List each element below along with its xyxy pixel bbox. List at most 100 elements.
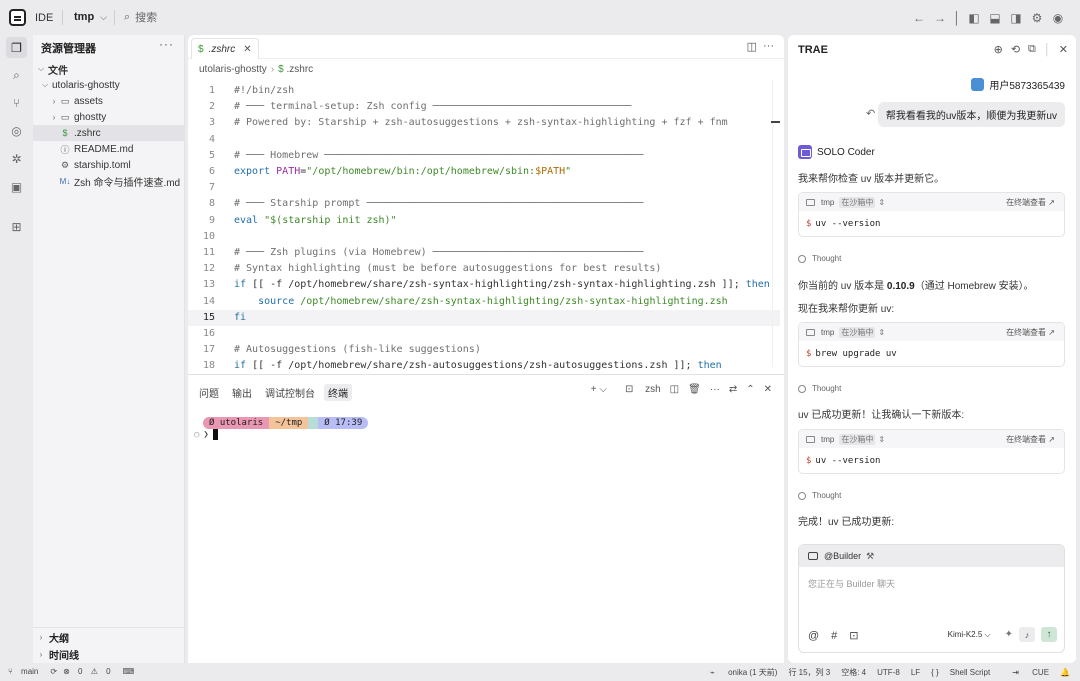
indentation[interactable]: 空格: 4 xyxy=(841,667,866,678)
close-panel-icon[interactable]: ✕ xyxy=(764,384,772,395)
explorer-files-icon[interactable]: ❐ xyxy=(6,37,27,58)
new-terminal-plus-icon[interactable]: + ⌵ xyxy=(591,384,607,395)
source-control-icon[interactable]: ⑂ xyxy=(6,92,27,113)
expand-updown-icon[interactable]: ⇕ xyxy=(878,435,885,444)
search-files-icon[interactable]: ⌕ xyxy=(6,65,27,86)
outline-section[interactable]: › 大纲 xyxy=(33,629,185,645)
encoding[interactable]: UTF-8 xyxy=(877,668,900,677)
terminal-input-line[interactable]: ○ ❯ xyxy=(194,429,218,440)
tab-debug-console[interactable]: 调试控制台 xyxy=(265,384,315,401)
code-line[interactable]: 2 # ─── terminal-setup: Zsh config ──────… xyxy=(188,99,780,115)
sync-icon[interactable]: ⟳ xyxy=(50,667,57,676)
git-blame[interactable]: ⌁ onika (1 天前) xyxy=(699,667,777,678)
tree-item-readme[interactable]: ⓘ README.md xyxy=(33,141,185,157)
tree-item-assets[interactable]: › ▭ assets xyxy=(33,93,185,109)
composer-agent-chip[interactable]: @Builder ⚒ xyxy=(799,545,1064,567)
account-icon[interactable]: ◉ xyxy=(1048,9,1068,27)
breadcrumb-file[interactable]: .zshrc xyxy=(287,64,314,75)
code-line[interactable]: 7 xyxy=(188,180,780,196)
project-selector[interactable]: tmp ⌵ xyxy=(74,11,107,23)
code-line[interactable]: 13 if [[ -f /opt/homebrew/share/zsh-synta… xyxy=(188,277,780,293)
preview-eye-icon[interactable]: ◎ xyxy=(6,120,27,141)
braces-indicator[interactable]: { } xyxy=(931,668,939,677)
code-line[interactable]: 12 # Syntax highlighting (must be before … xyxy=(188,261,780,277)
settings-gear-icon[interactable]: ⚙ xyxy=(1027,9,1047,27)
global-search[interactable]: ⌕ 搜索 xyxy=(124,9,157,25)
hash-context-icon[interactable]: # xyxy=(831,630,837,642)
toggle-sidebar-icon[interactable]: ◧ xyxy=(964,9,984,27)
tree-item-ghostty[interactable]: › ▭ ghostty xyxy=(33,109,185,125)
keyboard-icon[interactable]: ⌨ xyxy=(123,667,135,676)
code-line[interactable]: 14 source /opt/homebrew/share/zsh-syntax… xyxy=(188,294,780,310)
problems-indicator[interactable]: ⊗ 0 ⚠ 0 xyxy=(63,667,116,676)
language-mode[interactable]: Shell Script xyxy=(950,668,990,677)
tools-icon[interactable]: ⚒ xyxy=(866,551,874,562)
toggle-panel-icon[interactable]: ⬓ xyxy=(985,9,1005,27)
cursor-position[interactable]: 行 15，列 3 xyxy=(788,667,830,678)
ide-mode-switch[interactable]: IDE xyxy=(9,8,53,27)
split-terminal-icon[interactable]: ◫ xyxy=(670,384,679,395)
code-line[interactable]: 6 export PATH="/opt/homebrew/bin:/opt/hom… xyxy=(188,164,780,180)
terminal-command-block[interactable]: tmp 在沙箱中 ⇕ 在终端查看 ↗ $ brew upgrade uv xyxy=(798,322,1065,367)
debug-bug-icon[interactable]: ✲ xyxy=(6,148,27,169)
open-in-terminal-link[interactable]: 在终端查看 ↗ xyxy=(1006,197,1055,208)
branch-indicator[interactable]: ⑂ main xyxy=(8,667,44,676)
tree-root-folder[interactable]: ⌵ utolaris-ghostty xyxy=(33,77,185,93)
close-tab-icon[interactable]: ✕ xyxy=(243,44,251,55)
back-arrow-icon[interactable]: ← xyxy=(909,9,929,27)
notifications-bell-icon[interactable]: 🔔 xyxy=(1060,668,1070,677)
open-in-terminal-link[interactable]: 在终端查看 ↗ xyxy=(1006,327,1055,338)
more-actions-icon[interactable]: ··· xyxy=(159,37,174,51)
send-arrow-icon[interactable]: ↑ xyxy=(1041,627,1057,642)
terminal-command-block[interactable]: tmp 在沙箱中 ⇕ 在终端查看 ↗ $ uv --version xyxy=(798,429,1065,474)
tab-terminal[interactable]: 终端 xyxy=(324,384,352,401)
model-selector[interactable]: Kimi-K2.5 ⌵ xyxy=(948,630,991,640)
tab-problems[interactable]: 问题 xyxy=(199,384,219,401)
trash-icon[interactable]: 🗑 xyxy=(688,384,701,395)
terminal-shell-selector[interactable]: ⊡ zsh xyxy=(616,384,661,395)
mention-at-icon[interactable]: @ xyxy=(808,630,819,642)
thought-toggle[interactable]: Thought xyxy=(798,384,841,393)
maximize-chevron-up-icon[interactable]: ⌃ xyxy=(746,384,754,395)
code-line[interactable]: 15 fi xyxy=(188,309,780,326)
editor-scrollbar[interactable] xyxy=(772,80,780,367)
thought-toggle[interactable]: Thought xyxy=(798,491,841,500)
more-actions-icon[interactable]: ··· xyxy=(763,40,774,53)
sparkle-enhance-icon[interactable]: ✦ xyxy=(1005,629,1013,640)
cue-indicator[interactable]: ⇥ CUE xyxy=(1001,668,1049,677)
code-line[interactable]: 16 xyxy=(188,326,780,342)
chat-input[interactable]: 您正在与 Builder 聊天 xyxy=(808,577,895,590)
code-line[interactable]: 3 # Powered by: Starship + zsh-autosugges… xyxy=(188,115,780,131)
expand-updown-icon[interactable]: ⇕ xyxy=(878,198,885,207)
toggle-chat-icon[interactable]: ◨ xyxy=(1006,9,1026,27)
code-line[interactable]: 17 # Autosuggestions (fish-like suggestio… xyxy=(188,342,780,358)
code-line[interactable]: 1 #!/bin/zsh xyxy=(188,83,780,99)
more-actions-icon[interactable]: ··· xyxy=(710,384,720,395)
terminal-command-block[interactable]: tmp 在沙箱中 ⇕ 在终端查看 ↗ $ uv --version xyxy=(798,192,1065,237)
tree-item-zshrc[interactable]: $ .zshrc xyxy=(33,125,185,141)
open-external-icon[interactable]: ⧉ xyxy=(1028,43,1036,56)
history-icon[interactable]: ⟲ xyxy=(1011,43,1020,56)
code-line[interactable]: 18 if [[ -f /opt/homebrew/share/zsh-autos… xyxy=(188,358,780,374)
code-line[interactable]: 11 # ─── Zsh plugins (via Homebrew) ─────… xyxy=(188,245,780,261)
timeline-section[interactable]: › 时间线 xyxy=(33,646,185,662)
code-line[interactable]: 9 eval "$(starship init zsh)" xyxy=(188,213,780,229)
extensions-grid-icon[interactable]: ⊞ xyxy=(6,216,27,237)
code-line[interactable]: 5 # ─── Homebrew ────────────────────────… xyxy=(188,148,780,164)
microphone-icon[interactable]: ♪ xyxy=(1019,627,1035,642)
breadcrumb-root[interactable]: utolaris-ghostty xyxy=(199,64,267,75)
undo-icon[interactable]: ↶ xyxy=(866,107,875,120)
image-attach-icon[interactable]: ⊡ xyxy=(849,629,858,642)
open-in-terminal-link[interactable]: 在终端查看 ↗ xyxy=(1006,434,1055,445)
split-editor-icon[interactable]: ◫ xyxy=(747,40,757,53)
remote-monitor-icon[interactable]: ▣ xyxy=(6,176,27,197)
layout-icon[interactable]: ⇄ xyxy=(729,384,737,395)
tab-output[interactable]: 输出 xyxy=(232,384,252,401)
code-line[interactable]: 10 xyxy=(188,229,780,245)
editor-tab-zshrc[interactable]: $ .zshrc ✕ xyxy=(191,38,259,59)
code-line[interactable]: 8 # ─── Starship prompt ─────────────────… xyxy=(188,196,780,212)
tree-item-zsh-notes[interactable]: M↓ Zsh 命令与插件速查.md xyxy=(33,173,185,189)
end-of-line[interactable]: LF xyxy=(911,668,920,677)
expand-updown-icon[interactable]: ⇕ xyxy=(878,328,885,337)
tree-item-starship[interactable]: ⚙ starship.toml xyxy=(33,157,185,173)
